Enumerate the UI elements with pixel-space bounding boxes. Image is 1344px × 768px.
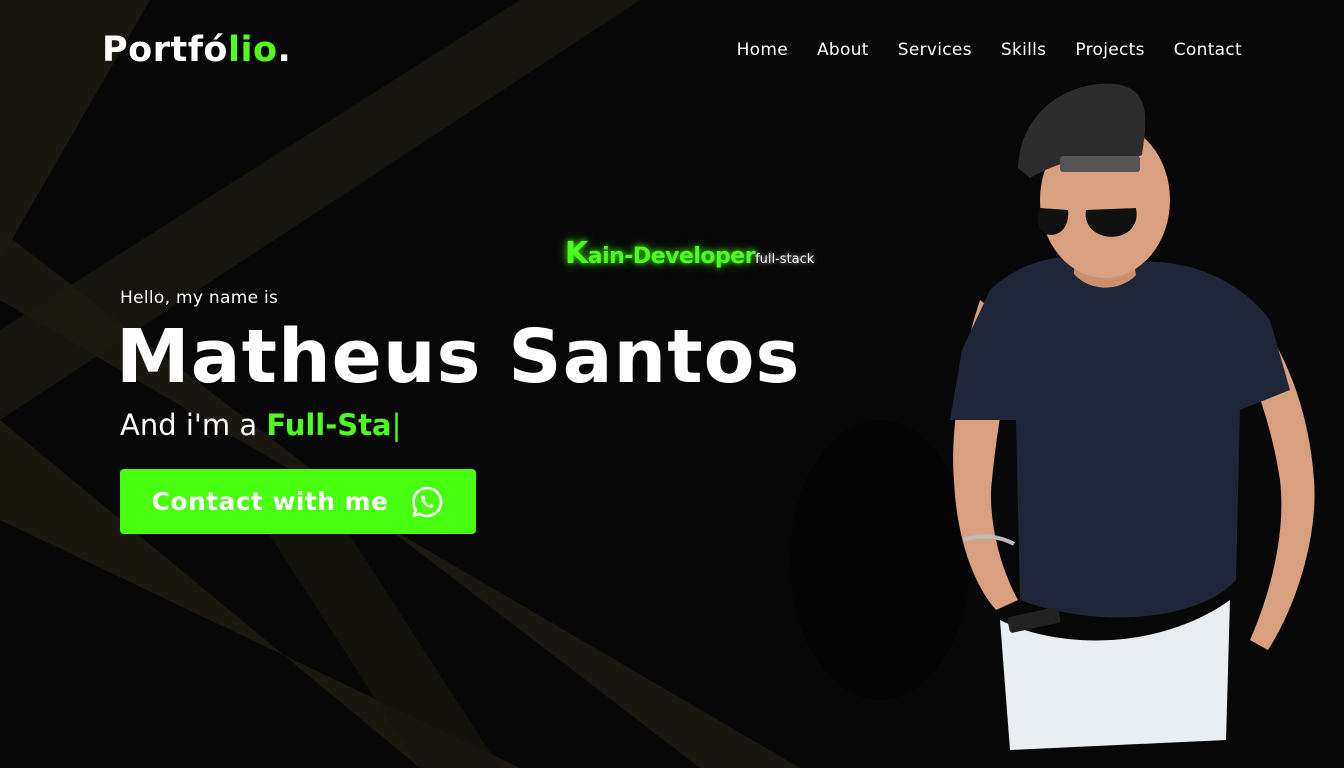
nav-contact[interactable]: Contact	[1174, 40, 1242, 60]
whatsapp-icon	[412, 486, 443, 517]
brand-subtitle: full-stack	[755, 252, 815, 267]
nav-projects[interactable]: Projects	[1075, 40, 1144, 60]
contact-button-label: Contact with me	[151, 487, 389, 516]
logo-accent-text: lio	[227, 30, 278, 70]
site-logo[interactable]: Portfólio.	[102, 30, 291, 70]
main-nav: Home About Services Skills Projects Cont…	[737, 40, 1242, 60]
hero-greeting: Hello, my name is	[120, 288, 279, 308]
brand-name: ain-Developer	[587, 244, 756, 269]
logo-dot: .	[277, 30, 292, 70]
hero-name: Matheus Santos	[116, 314, 801, 400]
contact-with-me-button[interactable]: Contact with me	[120, 469, 476, 534]
brand-tag: Kain-Developerfull-stack	[565, 236, 814, 271]
brand-initial: K	[565, 236, 588, 271]
nav-home[interactable]: Home	[737, 40, 788, 60]
portrait-photo	[950, 83, 1315, 750]
role-typed-text: Full-Sta	[266, 408, 392, 442]
nav-skills[interactable]: Skills	[1001, 40, 1046, 60]
typing-caret: |	[391, 408, 402, 442]
nav-about[interactable]: About	[817, 40, 869, 60]
hero-role: And i'm a Full-Sta|	[120, 408, 401, 442]
logo-main-text: Portfó	[102, 30, 228, 70]
portfolio-page: Portfólio. Home About Services Skills Pr…	[0, 0, 1344, 768]
nav-services[interactable]: Services	[898, 40, 972, 60]
role-prefix: And i'm a	[120, 408, 267, 442]
